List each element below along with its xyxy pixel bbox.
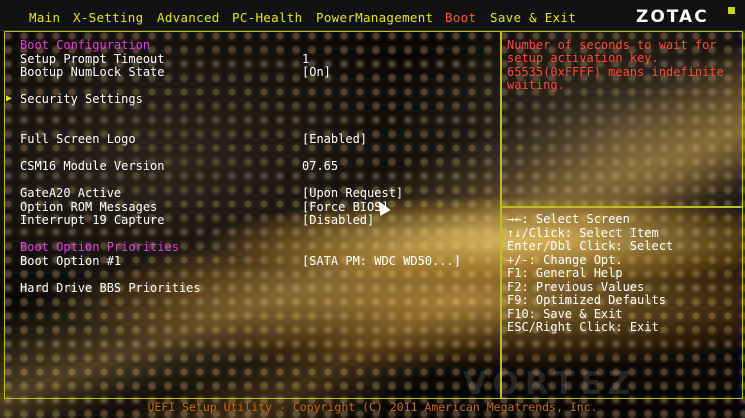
bootup-numlock-label[interactable]: Bootup NumLock State bbox=[20, 65, 165, 79]
csm16-version-value: 07.65 bbox=[302, 159, 339, 173]
submenu-arrow-icon: ▶ bbox=[6, 93, 13, 104]
vortez-watermark: VORTEZ bbox=[463, 366, 637, 402]
boot-option-1-value[interactable]: [SATA PM: WDC WD50...] bbox=[302, 254, 461, 268]
help-description: Number of seconds to wait for setup acti… bbox=[507, 38, 739, 92]
help-line: setup activation key. bbox=[507, 51, 659, 66]
tab-advanced[interactable]: Advanced bbox=[157, 10, 220, 25]
setup-prompt-timeout-label[interactable]: Setup Prompt Timeout bbox=[20, 52, 165, 66]
bootup-numlock-value[interactable]: [On] bbox=[302, 65, 331, 79]
key-previous-values: F2: Previous Values bbox=[507, 279, 645, 294]
copyright-footer: UEFI Setup Utility - Copyright (C) 2011 … bbox=[147, 400, 598, 414]
csm16-version-label: CSM16 Module Version bbox=[20, 159, 165, 173]
help-line: 65535(0xFFFF) means indefinite bbox=[507, 64, 724, 79]
tab-x-setting[interactable]: X-Setting bbox=[73, 10, 143, 25]
boot-option-1-label[interactable]: Boot Option #1 bbox=[20, 254, 121, 268]
tab-boot[interactable]: Boot bbox=[445, 10, 476, 25]
help-line: Number of seconds to wait for bbox=[507, 38, 717, 52]
key-select: Enter/Dbl Click: Select bbox=[507, 239, 674, 253]
key-select-item: ↑↓/Click: Select Item bbox=[507, 225, 659, 240]
key-optimized-defaults: F9: Optimized Defaults bbox=[507, 293, 666, 307]
key-general-help: F1: General Help bbox=[507, 266, 623, 280]
help-line: waiting. bbox=[507, 77, 565, 92]
gatea20-label[interactable]: GateA20 Active bbox=[20, 186, 121, 200]
tab-main[interactable]: Main bbox=[29, 10, 60, 25]
gatea20-value[interactable]: [Upon Request] bbox=[302, 186, 403, 200]
interrupt19-label[interactable]: Interrupt 19 Capture bbox=[20, 213, 165, 227]
key-exit: ESC/Right Click: Exit bbox=[507, 320, 659, 334]
tab-save-exit[interactable]: Save & Exit bbox=[490, 10, 576, 25]
full-screen-logo-label[interactable]: Full Screen Logo bbox=[20, 132, 136, 146]
menu-bar: Main X-Setting Advanced PC-Health PowerM… bbox=[0, 0, 745, 31]
interrupt19-value[interactable]: [Disabled] bbox=[302, 213, 374, 227]
hard-drive-bbs-priorities-item[interactable]: Hard Drive BBS Priorities bbox=[20, 281, 201, 295]
key-save-exit: F10: Save & Exit bbox=[507, 306, 623, 321]
full-screen-logo-value[interactable]: [Enabled] bbox=[302, 132, 367, 146]
key-select-screen: →←: Select Screen bbox=[507, 212, 630, 226]
boot-configuration-title: Boot Configuration bbox=[20, 38, 151, 52]
zotac-logo: ZOTAC bbox=[636, 7, 709, 27]
key-legend: →←: Select Screen ↑↓/Click: Select Item … bbox=[507, 212, 674, 335]
option-rom-label[interactable]: Option ROM Messages bbox=[20, 200, 157, 214]
setup-prompt-timeout-value[interactable]: 1 bbox=[302, 52, 309, 66]
key-change-opt: +/-: Change Opt. bbox=[507, 252, 623, 267]
tab-power-management[interactable]: PowerManagement bbox=[316, 10, 433, 25]
boot-option-priorities-title: Boot Option Priorities bbox=[20, 240, 179, 254]
tab-pc-health[interactable]: PC-Health bbox=[232, 10, 302, 25]
logo-mark-icon bbox=[728, 7, 735, 14]
security-settings-item[interactable]: Security Settings bbox=[20, 92, 143, 106]
